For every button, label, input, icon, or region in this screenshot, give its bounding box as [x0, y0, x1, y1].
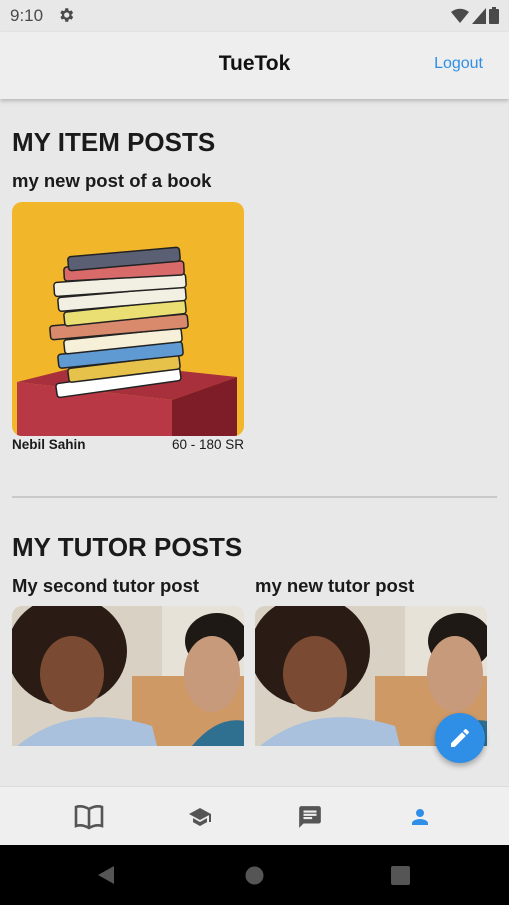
person-icon: [412, 809, 428, 825]
item-post-title: my new post of a book: [12, 170, 212, 191]
tutor-post-image-1[interactable]: [12, 606, 244, 746]
book-stack-image: [12, 202, 244, 436]
bottom-navigation: [0, 786, 509, 846]
signal-icon: [472, 7, 486, 24]
status-time: 9:10: [10, 6, 44, 25]
item-post-image[interactable]: [12, 202, 244, 436]
battery-icon: [489, 7, 499, 24]
main-content[interactable]: MY ITEM POSTS my new post of a book Nebi…: [0, 99, 509, 786]
back-icon[interactable]: [96, 865, 116, 885]
item-post-author: Nebil Sahin: [12, 437, 86, 452]
section-divider: [12, 496, 497, 498]
system-icons: [451, 7, 499, 24]
system-navigation-bar: [0, 845, 509, 905]
home-icon[interactable]: [245, 866, 264, 885]
nav-item-books[interactable]: [73, 801, 105, 833]
item-posts-heading: MY ITEM POSTS: [12, 127, 216, 157]
settings-gear-icon: [60, 8, 74, 22]
tutor-posts-heading: MY TUTOR POSTS: [12, 532, 243, 562]
tutor-post-title-2: my new tutor post: [255, 575, 415, 596]
status-bar: 9:10: [0, 0, 509, 32]
tutor-post-title-1: My second tutor post: [12, 575, 200, 596]
app-bar: TueTok Logout: [0, 32, 509, 99]
tutor-photo-image: [12, 606, 244, 746]
book-icon: [74, 805, 104, 830]
logout-button[interactable]: Logout: [434, 55, 483, 73]
wifi-icon: [451, 8, 469, 23]
recent-apps-icon[interactable]: [391, 866, 410, 885]
item-post-price: 60 - 180 SR: [172, 437, 245, 452]
nav-item-tutors[interactable]: [184, 801, 216, 833]
chat-icon: [299, 806, 321, 828]
pencil-icon: [451, 728, 469, 747]
graduation-cap-icon: [189, 808, 211, 826]
app-title: TueTok: [218, 52, 291, 75]
nav-item-messages[interactable]: [294, 801, 326, 833]
nav-item-profile[interactable]: [404, 801, 436, 833]
create-post-button[interactable]: [435, 713, 485, 763]
